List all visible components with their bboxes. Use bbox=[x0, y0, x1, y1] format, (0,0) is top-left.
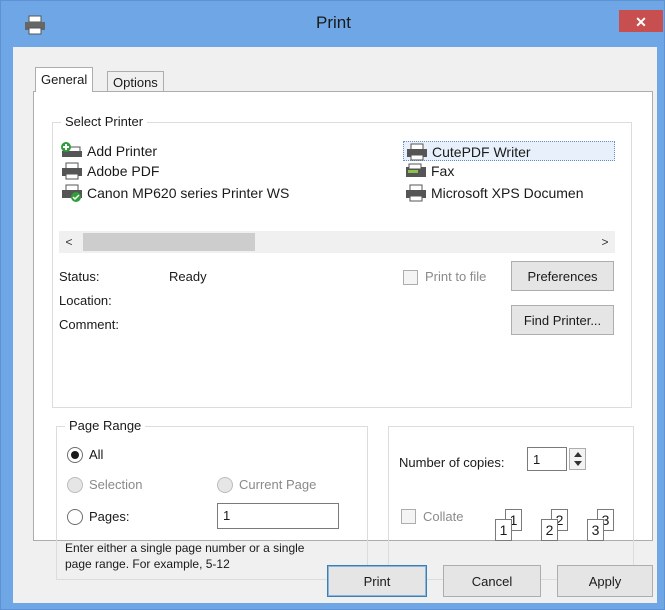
location-label: Location: bbox=[59, 293, 112, 308]
scrollbar-thumb[interactable] bbox=[83, 233, 255, 251]
selection-label: Selection bbox=[89, 477, 143, 492]
printer-name: Adobe PDF bbox=[87, 163, 160, 179]
printer-name: Fax bbox=[431, 163, 455, 179]
find-printer-button[interactable]: Find Printer... bbox=[511, 305, 614, 335]
fax-icon bbox=[406, 163, 426, 177]
collate-page: 3 bbox=[587, 519, 604, 541]
close-button[interactable]: ✕ bbox=[619, 10, 663, 32]
pages-radio[interactable] bbox=[67, 509, 83, 525]
status-value: Ready bbox=[169, 269, 207, 284]
printer-name: Microsoft XPS Documen bbox=[431, 185, 584, 201]
selection-radio[interactable] bbox=[67, 477, 83, 493]
tab-general[interactable]: General bbox=[35, 67, 94, 92]
page-range-hint-line2: page range. For example, 5-12 bbox=[65, 557, 230, 571]
current-page-radio[interactable] bbox=[217, 477, 233, 493]
printer-icon bbox=[407, 143, 427, 161]
page-range-group: Page Range All Selection Current Page Pa… bbox=[56, 418, 368, 580]
collate-checkbox[interactable] bbox=[401, 509, 416, 524]
printer-icon bbox=[62, 162, 82, 180]
page-range-hint-line1: Enter either a single page number or a s… bbox=[65, 541, 305, 555]
page-range-legend: Page Range bbox=[65, 418, 146, 433]
current-page-label: Current Page bbox=[239, 477, 317, 492]
printer-item-adobe-pdf[interactable]: Adobe PDF bbox=[59, 161, 159, 181]
printer-item-microsoft-xps[interactable]: Microsoft XPS Documen bbox=[403, 183, 584, 203]
pages-input[interactable]: 1 bbox=[217, 503, 339, 529]
select-printer-group: Select Printer Add Printer Adobe PDF Can… bbox=[52, 114, 632, 408]
print-to-file-label: Print to file bbox=[425, 269, 487, 284]
printer-item-cutepdf-writer[interactable]: CutePDF Writer bbox=[403, 141, 615, 161]
all-label: All bbox=[89, 447, 104, 462]
network-printer-icon bbox=[62, 184, 82, 202]
copies-group: Number of copies: 1 Collate 1 1 2 2 3 3 bbox=[388, 426, 634, 580]
collate-page: 2 bbox=[541, 519, 558, 541]
spinner-up-icon[interactable] bbox=[574, 452, 582, 457]
collate-label: Collate bbox=[423, 509, 464, 524]
copies-spinner[interactable] bbox=[569, 448, 586, 470]
copies-input[interactable]: 1 bbox=[527, 447, 567, 471]
cancel-button[interactable]: Cancel bbox=[443, 565, 541, 597]
status-label: Status: bbox=[59, 269, 100, 284]
comment-label: Comment: bbox=[59, 317, 119, 332]
collate-page: 1 bbox=[495, 519, 512, 541]
dialog-client-area: General Options Select Printer Add Print… bbox=[13, 47, 657, 603]
print-to-file-checkbox[interactable] bbox=[403, 270, 418, 285]
printer-item-fax[interactable]: Fax bbox=[403, 161, 454, 181]
window-title: Print bbox=[316, 13, 351, 32]
printer-list-scrollbar[interactable]: < > bbox=[59, 231, 615, 253]
number-of-copies-label: Number of copies: bbox=[399, 455, 505, 470]
printer-name: CutePDF Writer bbox=[432, 144, 531, 160]
printer-name: Canon MP620 series Printer WS bbox=[87, 185, 290, 201]
add-printer-icon bbox=[61, 142, 82, 157]
general-tab-panel: Select Printer Add Printer Adobe PDF Can… bbox=[33, 91, 653, 580]
printer-item-add-printer[interactable]: Add Printer bbox=[59, 141, 157, 161]
preferences-button[interactable]: Preferences bbox=[511, 261, 614, 291]
select-printer-legend: Select Printer bbox=[61, 114, 148, 129]
pages-label: Pages: bbox=[89, 509, 130, 524]
spinner-down-icon[interactable] bbox=[574, 461, 582, 466]
printer-item-canon[interactable]: Canon MP620 series Printer WS bbox=[59, 183, 289, 203]
printer-name: Add Printer bbox=[87, 143, 158, 159]
scroll-left-arrow[interactable]: < bbox=[61, 233, 77, 251]
all-radio[interactable] bbox=[67, 447, 83, 463]
print-button[interactable]: Print bbox=[327, 565, 427, 597]
print-dialog-window: Print ✕ General Options Select Printer A… bbox=[0, 0, 665, 610]
scroll-right-arrow[interactable]: > bbox=[597, 233, 613, 251]
tab-options[interactable]: Options bbox=[107, 71, 164, 92]
printer-icon bbox=[406, 184, 426, 202]
apply-button[interactable]: Apply bbox=[557, 565, 653, 597]
title-bar[interactable]: Print ✕ bbox=[1, 1, 665, 47]
